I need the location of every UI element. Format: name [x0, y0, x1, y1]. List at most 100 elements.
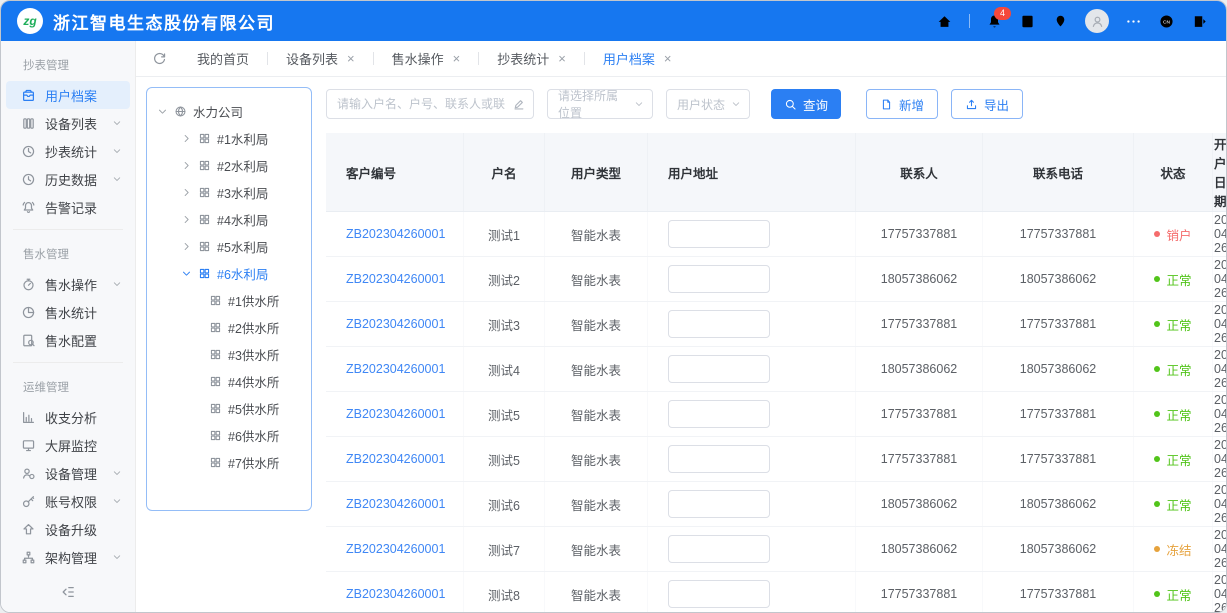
tree-node[interactable]: #1水利局: [149, 125, 309, 152]
chevron-down-icon: [112, 146, 122, 156]
stats-clock-icon: [21, 144, 36, 159]
ellipsis-icon[interactable]: [1125, 13, 1142, 30]
tree-node[interactable]: #5供水所: [149, 395, 309, 422]
company-icon: [174, 105, 187, 118]
status-dot-icon: [1154, 366, 1160, 372]
tab[interactable]: 用户档案×: [585, 41, 690, 76]
home-icon[interactable]: [936, 13, 953, 30]
address-input[interactable]: [668, 490, 770, 518]
bar-chart-icon: [21, 410, 36, 425]
close-icon[interactable]: ×: [664, 52, 672, 65]
tree-node[interactable]: #3供水所: [149, 341, 309, 368]
tab[interactable]: 设备列表 ×: [268, 41, 373, 76]
table-cell: ZB202304260001: [326, 437, 464, 482]
sidebar-item[interactable]: 售水配置: [6, 326, 130, 354]
sidebar-item[interactable]: 告警记录: [6, 193, 130, 221]
close-icon[interactable]: ×: [347, 52, 355, 65]
contact-phone: 17757337881: [983, 212, 1134, 257]
address-input[interactable]: [668, 580, 770, 608]
location-icon[interactable]: [1052, 13, 1069, 30]
sidebar-item[interactable]: 大屏监控: [6, 431, 130, 459]
chevron-right-icon: [181, 214, 192, 225]
address-input[interactable]: [668, 220, 770, 248]
tree-node-label: #5供水所: [228, 399, 279, 418]
sidebar-item[interactable]: 售水统计: [6, 298, 130, 326]
language-icon[interactable]: CN: [1158, 13, 1175, 30]
customer-no-link[interactable]: ZB202304260001: [346, 497, 445, 511]
sidebar-item-label: 账号权限: [45, 492, 97, 511]
tree-node[interactable]: #6水利局: [149, 260, 309, 287]
tree-node[interactable]: #6供水所: [149, 422, 309, 449]
address-input[interactable]: [668, 265, 770, 293]
customer-no-link[interactable]: ZB202304260001: [346, 407, 445, 421]
close-icon[interactable]: ×: [453, 52, 461, 65]
logout-icon[interactable]: [1191, 13, 1208, 30]
customer-no-link[interactable]: ZB202304260001: [346, 227, 445, 241]
address-input[interactable]: [668, 400, 770, 428]
sidebar-item-label: 设备升级: [45, 520, 97, 539]
sidebar-item[interactable]: 售水操作: [6, 270, 130, 298]
tree-node[interactable]: #4供水所: [149, 368, 309, 395]
status-select-placeholder: 用户状态: [677, 96, 725, 113]
tree-node[interactable]: #5水利局: [149, 233, 309, 260]
status-label: 冻结: [1166, 540, 1191, 559]
sidebar-item[interactable]: 设备升级: [6, 515, 130, 543]
tab-label: 设备列表: [286, 49, 338, 68]
sidebar-item[interactable]: 历史数据: [6, 165, 130, 193]
address-input[interactable]: [668, 355, 770, 383]
tree-node[interactable]: #2水利局: [149, 152, 309, 179]
customer-no-link[interactable]: ZB202304260001: [346, 317, 445, 331]
tree-node[interactable]: #3水利局: [149, 179, 309, 206]
address-input[interactable]: [668, 535, 770, 563]
export-button[interactable]: 导出: [951, 89, 1023, 119]
search-button[interactable]: 查询: [771, 89, 841, 119]
address-input[interactable]: [668, 445, 770, 473]
sidebar-item[interactable]: 设备列表: [6, 109, 130, 137]
sidebar-item[interactable]: 设备管理: [6, 459, 130, 487]
location-select[interactable]: 请选择所属位置: [547, 89, 653, 119]
tree-node[interactable]: #7供水所: [149, 449, 309, 476]
chevron-down-icon: [157, 106, 168, 117]
table-cell: [648, 482, 856, 527]
customer-no-link[interactable]: ZB202304260001: [346, 272, 445, 286]
export-button-label: 导出: [984, 95, 1009, 114]
sidebar-item[interactable]: 用户档案: [6, 81, 130, 109]
bell-icon[interactable]: 4: [986, 13, 1003, 30]
contact-phone: 18057386062: [983, 527, 1134, 572]
open-date: 2023-04-26: [1213, 257, 1227, 302]
app-window: zg 浙江智电生态股份有限公司 4 CN 抄表管理用户档案设备列表抄表统计历史数…: [0, 0, 1227, 613]
tab[interactable]: 我的首页: [179, 41, 267, 76]
collapse-sidebar-icon[interactable]: [60, 584, 76, 600]
keyword-input[interactable]: [326, 89, 534, 119]
main-area: 我的首页设备列表×售水操作×抄表统计×用户档案× 水力公司#1水利局#2水利局#…: [136, 41, 1226, 612]
table-cell: [648, 527, 856, 572]
document-icon[interactable]: [1019, 13, 1036, 30]
customer-no-link[interactable]: ZB202304260001: [346, 587, 445, 601]
tree-node[interactable]: #1供水所: [149, 287, 309, 314]
tree-node[interactable]: #4水利局: [149, 206, 309, 233]
user-type: 智能水表: [545, 482, 648, 527]
tab[interactable]: 售水操作×: [374, 41, 479, 76]
address-input[interactable]: [668, 310, 770, 338]
sidebar-item[interactable]: 账号权限: [6, 487, 130, 515]
chevron-down-icon: [112, 468, 122, 478]
close-icon[interactable]: ×: [558, 52, 566, 65]
avatar[interactable]: [1085, 9, 1109, 33]
add-button[interactable]: 新增: [866, 89, 938, 119]
tab[interactable]: 抄表统计×: [479, 41, 584, 76]
customer-no-link[interactable]: ZB202304260001: [346, 452, 445, 466]
open-date: 2023-04-26: [1213, 392, 1227, 437]
tree-node[interactable]: #2供水所: [149, 314, 309, 341]
sidebar-item[interactable]: 抄表统计: [6, 137, 130, 165]
refresh-icon[interactable]: [152, 51, 167, 66]
tree-node[interactable]: 水力公司: [149, 98, 309, 125]
chevron-down-icon: [112, 174, 122, 184]
chevron-down-icon: [181, 268, 192, 279]
status-select[interactable]: 用户状态: [666, 89, 750, 119]
customer-no-link[interactable]: ZB202304260001: [346, 542, 445, 556]
sidebar-item[interactable]: 架构管理: [6, 543, 130, 571]
table-cell: 正常: [1134, 437, 1213, 482]
upgrade-icon: [21, 522, 36, 537]
sidebar-item[interactable]: 收支分析: [6, 403, 130, 431]
customer-no-link[interactable]: ZB202304260001: [346, 362, 445, 376]
